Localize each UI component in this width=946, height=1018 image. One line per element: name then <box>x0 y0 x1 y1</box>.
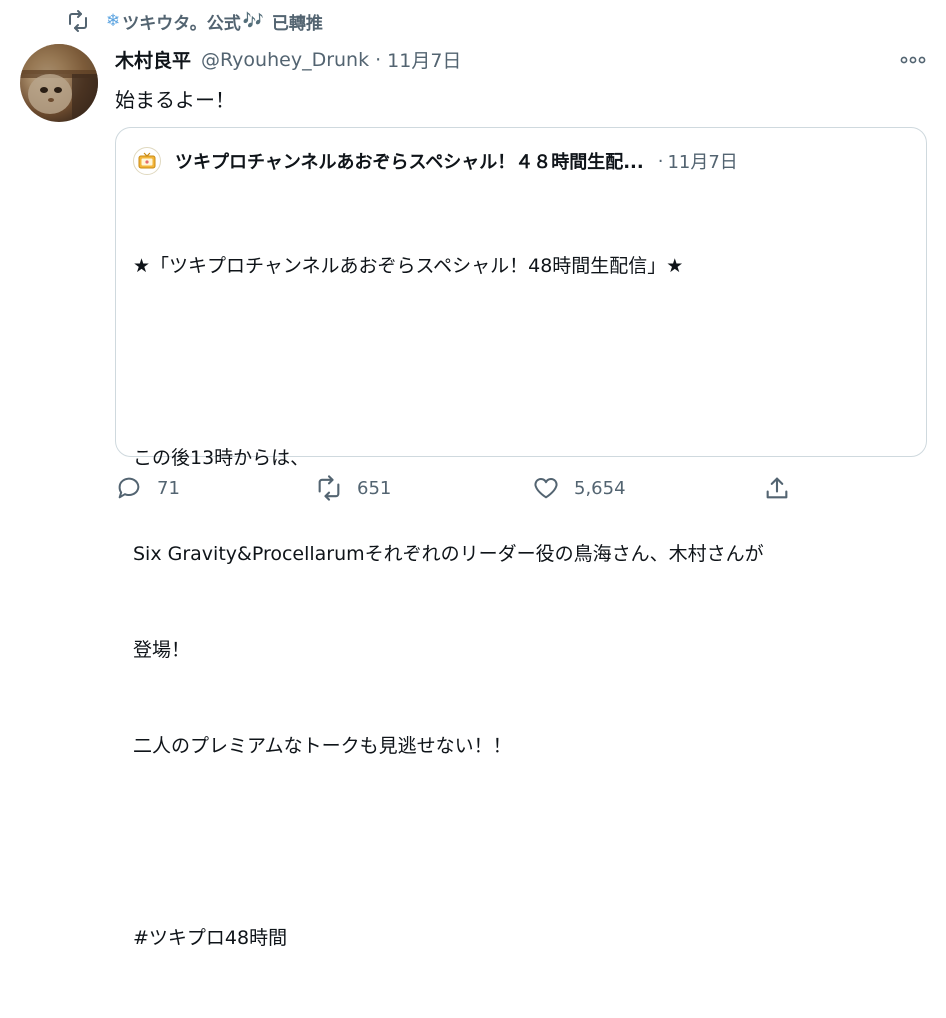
retweeter-name[interactable]: ツキウタ。公式 <box>122 9 241 34</box>
reply-count: 71 <box>157 477 180 499</box>
quoted-author-line: ツキプロチャンネルあおぞらスペシャル！４８時間生配... · 11月7日 <box>133 147 738 175</box>
more-options-icon[interactable] <box>898 50 928 70</box>
quoted-separator-dot: · <box>657 150 664 172</box>
heart-icon <box>534 478 558 499</box>
quoted-avatar[interactable] <box>133 147 161 175</box>
tweet-date[interactable]: 11月7日 <box>387 46 461 73</box>
quoted-line: ★「ツキプロチャンネルあおぞらスペシャル！48時間生配信」★ <box>133 255 684 277</box>
snowflake-icon: ❄ <box>106 11 121 31</box>
quoted-line: 登場！ <box>133 639 191 661</box>
author-avatar[interactable] <box>20 44 98 122</box>
tweet-text: 始まるよー！ <box>115 88 235 112</box>
quoted-tweet-text: ★「ツキプロチャンネルあおぞらスペシャル！48時間生配信」★ この後13時からは… <box>133 186 913 1018</box>
quoted-line <box>133 826 913 858</box>
quoted-tweet-card[interactable]: ツキプロチャンネルあおぞらスペシャル！４８時間生配... · 11月7日 ★「ツ… <box>115 127 927 949</box>
retweet-icon <box>69 10 87 32</box>
quoted-date[interactable]: 11月7日 <box>667 148 737 174</box>
tv-icon <box>138 152 156 169</box>
reply-button[interactable]: 71 <box>115 474 180 502</box>
quoted-line <box>133 346 913 378</box>
like-button[interactable]: 5,654 <box>532 474 626 502</box>
separator-dot: · <box>375 48 382 71</box>
quoted-line: 二人のプレミアムなトークも見逃せない！！ <box>133 735 512 757</box>
retweet-context: ❄ ツキウタ。公式 🎶 已轉推 <box>66 8 323 34</box>
reply-icon <box>118 477 140 499</box>
quoted-author-name[interactable]: ツキプロチャンネルあおぞらスペシャル！４８時間生配... <box>175 148 644 174</box>
retweet-icon <box>318 475 340 501</box>
quoted-line: Six Gravity&Procellarumそれぞれのリーダー役の鳥海さん、木… <box>133 543 764 565</box>
music-note-icon: 🎶 <box>242 11 264 31</box>
quoted-line: この後13時からは、 <box>133 447 310 469</box>
tweet-author-line: 木村良平 @Ryouhey_Drunk · 11月7日 <box>115 46 461 73</box>
share-button[interactable] <box>763 474 805 502</box>
author-name[interactable]: 木村良平 <box>115 46 191 73</box>
quoted-hashtag[interactable]: #ツキプロ48時間 <box>133 922 913 954</box>
retweet-count: 651 <box>357 477 392 499</box>
share-icon <box>766 477 788 499</box>
like-count: 5,654 <box>574 477 626 499</box>
author-handle[interactable]: @Ryouhey_Drunk <box>201 49 369 71</box>
retweet-button[interactable]: 651 <box>315 474 391 502</box>
tweet-action-bar: 71 651 5,654 <box>115 474 927 506</box>
retweeted-label: 已轉推 <box>271 13 323 34</box>
